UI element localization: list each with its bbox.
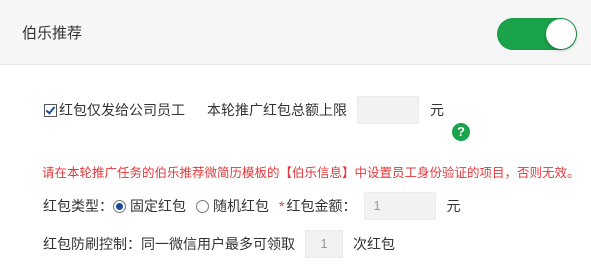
amount-label: 红包金额： (286, 198, 357, 214)
section-title: 伯乐推荐 (22, 25, 83, 42)
enable-toggle[interactable] (497, 18, 577, 50)
red-packet-type-label: 红包类型： (43, 198, 113, 214)
toggle-knob (546, 19, 576, 49)
amount-input[interactable] (364, 192, 437, 220)
section-header: 伯乐推荐 (0, 0, 591, 65)
anti-fraud-row: 红包防刷控制：同一微信用户最多可领取 次红包 (43, 230, 395, 258)
budget-unit: 元 (430, 102, 444, 118)
help-icon[interactable]: ? (452, 123, 470, 141)
fixed-red-packet-radio[interactable] (113, 199, 126, 213)
fixed-red-packet-label[interactable]: 固定红包 (130, 196, 186, 216)
staff-only-checkbox[interactable] (44, 103, 57, 117)
required-mark: * (279, 198, 285, 214)
claim-limit-unit: 次红包 (353, 236, 395, 252)
claim-limit-input[interactable] (305, 230, 343, 258)
budget-label: 本轮推广红包总额上限 (207, 102, 347, 118)
random-red-packet-radio[interactable] (196, 199, 209, 213)
red-packet-type-row: 红包类型： 固定红包 随机红包 * 红包金额： 元 (43, 192, 460, 220)
staff-only-row: 红包仅发给公司员工 本轮推广红包总额上限 元 (44, 96, 444, 124)
amount-unit: 元 (446, 198, 461, 214)
verification-warning: 请在本轮推广任务的伯乐推荐微简历模板的【伯乐信息】中设置员工身份验证的项目，否则… (42, 166, 580, 180)
random-red-packet-label[interactable]: 随机红包 (213, 196, 269, 216)
anti-fraud-label: 红包防刷控制：同一微信用户最多可领取 (43, 236, 295, 252)
budget-input[interactable] (357, 96, 419, 124)
staff-only-label[interactable]: 红包仅发给公司员工 (59, 100, 185, 120)
